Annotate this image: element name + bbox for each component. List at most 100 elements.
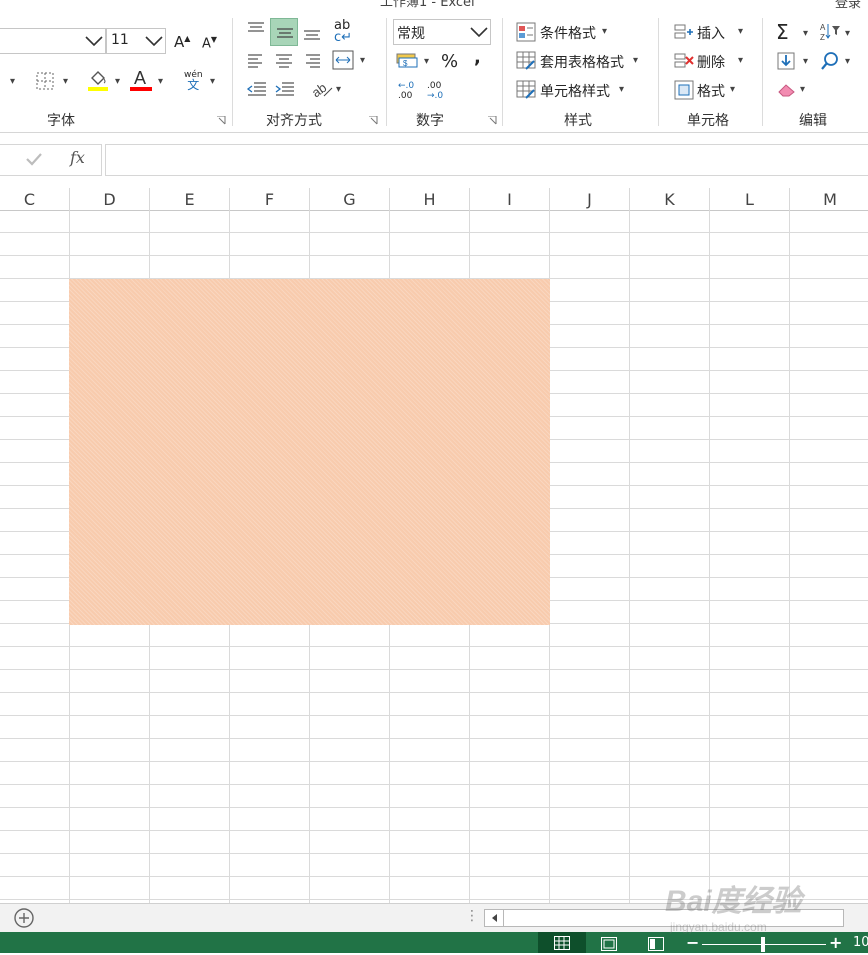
column-header-i[interactable]: I	[470, 188, 550, 211]
chevron-down-icon[interactable]: ▾	[10, 76, 15, 87]
group-label-number: 数字	[416, 113, 444, 129]
page-break-view-button[interactable]	[648, 936, 664, 955]
column-header-k[interactable]: K	[630, 188, 710, 211]
sort-filter-button[interactable]: AZ	[820, 22, 842, 46]
normal-view-button[interactable]	[538, 932, 586, 953]
decrease-indent-button[interactable]	[246, 80, 268, 102]
chevron-down-icon[interactable]: ▾	[800, 84, 805, 95]
accounting-format-button[interactable]: $	[396, 52, 418, 76]
font-name-combo[interactable]	[0, 28, 106, 54]
watermark-url: jingyan.baidu.com	[670, 920, 767, 934]
dialog-launcher-icon[interactable]	[217, 116, 226, 125]
zoom-in-button[interactable]: +	[829, 933, 842, 952]
increase-indent-button[interactable]	[274, 80, 296, 102]
dialog-launcher-icon[interactable]	[488, 116, 497, 125]
column-header-j[interactable]: J	[550, 188, 630, 211]
page-break-icon	[648, 937, 664, 951]
chevron-down-icon[interactable]: ▾	[158, 76, 163, 87]
increase-decimal-top: ←.0	[398, 81, 415, 91]
group-label-cells: 单元格	[687, 113, 729, 129]
fill-button[interactable]	[777, 52, 795, 74]
orientation-button[interactable]: ab	[309, 78, 334, 104]
format-cells-label: 格式	[697, 84, 725, 100]
insert-cells-label: 插入	[697, 26, 725, 42]
chevron-down-icon[interactable]: ▾	[360, 55, 365, 66]
enter-button[interactable]	[25, 151, 43, 171]
insert-function-button[interactable]: fx	[70, 148, 85, 167]
chevron-down-icon	[470, 27, 488, 38]
normal-view-icon	[554, 936, 570, 950]
zoom-level[interactable]: 10	[853, 935, 868, 950]
shrink-font-button[interactable]: A▼	[202, 35, 217, 51]
font-size-combo[interactable]: 11	[106, 28, 166, 54]
status-bar	[0, 932, 868, 953]
highlighted-range[interactable]	[69, 279, 550, 625]
align-bottom-button[interactable]	[302, 24, 322, 48]
increase-decimal-button[interactable]: ←.0 .00	[398, 81, 414, 101]
column-header-f[interactable]: F	[230, 188, 310, 211]
chevron-down-icon[interactable]: ▾	[803, 56, 808, 67]
watermark-brand: Bai度经验	[665, 885, 802, 918]
format-cells-icon	[674, 80, 694, 100]
dialog-launcher-icon[interactable]	[369, 116, 378, 125]
page-layout-view-button[interactable]	[601, 936, 617, 955]
chevron-down-icon: ▾	[738, 26, 744, 37]
formula-buttons	[0, 144, 102, 176]
zoom-slider-thumb[interactable]	[761, 937, 765, 952]
column-header-c[interactable]: C	[0, 188, 70, 211]
chevron-down-icon[interactable]: ▾	[210, 76, 215, 87]
column-header-m[interactable]: M	[790, 188, 868, 211]
column-header-e[interactable]: E	[150, 188, 230, 211]
decrease-decimal-button[interactable]: .00 →.0	[427, 81, 443, 101]
chevron-down-icon[interactable]: ▾	[115, 76, 120, 87]
chevron-down-icon[interactable]: ▾	[845, 28, 850, 39]
align-bottom-icon	[304, 30, 320, 40]
splitter-handle-icon[interactable]: ⋮	[465, 908, 479, 924]
scroll-left-button[interactable]	[485, 910, 504, 926]
merge-center-button[interactable]	[332, 50, 354, 74]
svg-text:A: A	[134, 68, 146, 88]
wrap-text-button[interactable]: ab c↵	[334, 19, 352, 44]
sign-in-link[interactable]: 登录	[835, 0, 861, 11]
group-label-font: 字体	[47, 113, 75, 129]
svg-text:$: $	[403, 59, 408, 68]
sort-filter-icon: AZ	[820, 23, 840, 42]
svg-text:A: A	[820, 23, 826, 32]
plus-circle-icon	[14, 908, 34, 928]
conditional-formatting-icon	[516, 22, 536, 42]
column-header-g[interactable]: G	[310, 188, 390, 211]
decrease-indent-icon	[246, 82, 266, 96]
cell-styles-label: 单元格样式	[540, 84, 610, 100]
fill-color-button[interactable]	[88, 68, 108, 96]
grow-font-button[interactable]: A▲	[174, 33, 190, 51]
zoom-out-button[interactable]: −	[686, 933, 699, 952]
group-label-editing: 编辑	[799, 113, 827, 129]
clear-button[interactable]	[777, 82, 797, 102]
chevron-down-icon[interactable]: ▾	[63, 76, 68, 87]
autosum-button[interactable]: Σ	[776, 20, 789, 44]
phonetic-button[interactable]: wén 文	[184, 70, 203, 91]
font-color-button[interactable]: A	[130, 66, 152, 96]
column-header-l[interactable]: L	[710, 188, 790, 211]
chevron-down-icon[interactable]: ▾	[424, 56, 429, 67]
align-middle-button[interactable]	[270, 18, 298, 46]
align-center-icon	[276, 54, 292, 68]
align-right-button[interactable]	[302, 52, 322, 74]
percent-style-button[interactable]: %	[441, 51, 458, 72]
baidu-watermark: Bai度经验 jingyan.baidu.com	[665, 876, 802, 934]
number-format-combo[interactable]: 常规	[393, 19, 491, 45]
align-center-button[interactable]	[274, 52, 294, 74]
chevron-down-icon[interactable]: ▾	[845, 56, 850, 67]
chevron-down-icon[interactable]: ▾	[336, 84, 341, 95]
find-select-button[interactable]	[820, 51, 840, 75]
align-left-button[interactable]	[246, 52, 266, 74]
column-header-d[interactable]: D	[70, 188, 150, 211]
comma-style-button[interactable]: ,	[474, 47, 481, 68]
formula-input[interactable]	[105, 144, 868, 176]
new-sheet-button[interactable]	[13, 907, 35, 933]
column-header-h[interactable]: H	[390, 188, 470, 211]
chevron-down-icon[interactable]: ▾	[803, 28, 808, 39]
borders-button[interactable]	[36, 72, 54, 94]
fill-down-icon	[777, 52, 795, 70]
align-top-button[interactable]	[246, 20, 266, 44]
